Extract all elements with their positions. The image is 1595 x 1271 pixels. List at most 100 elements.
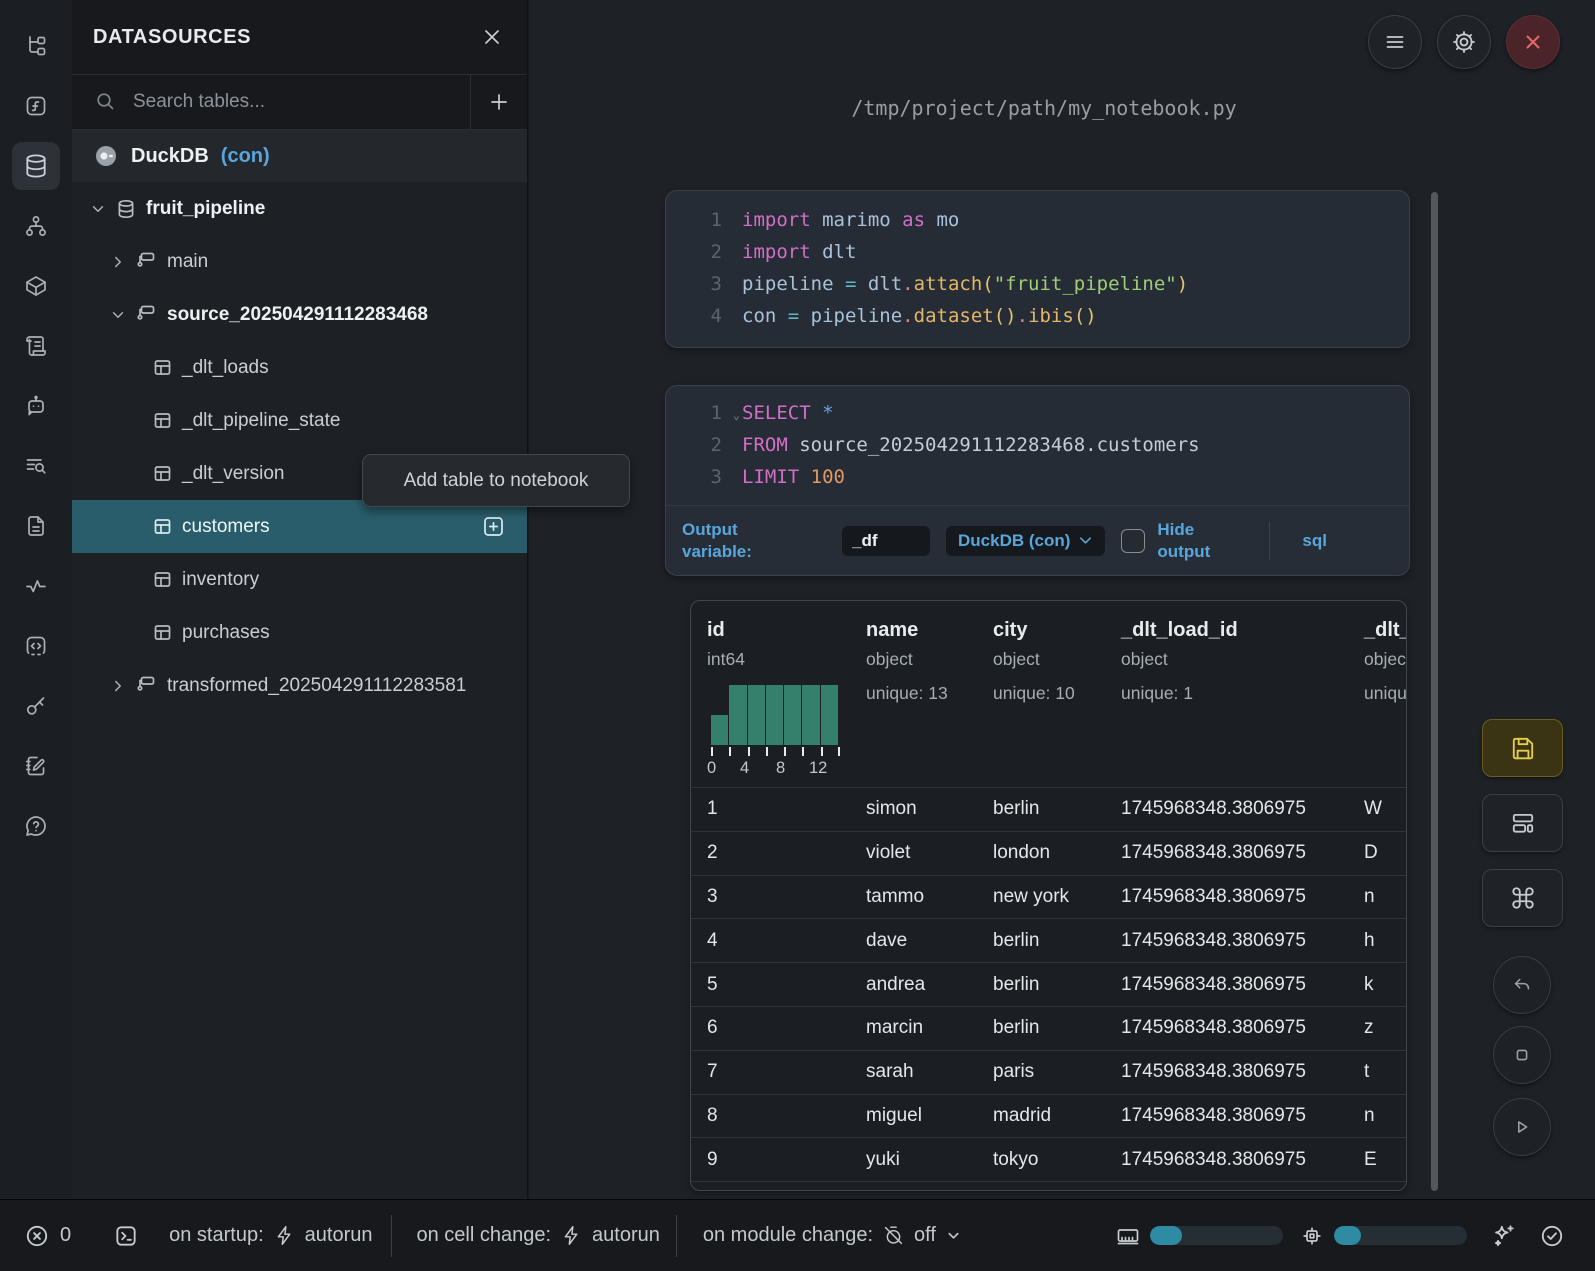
code-line[interactable]: 4con = pipeline.dataset().ibis() [666,300,1409,332]
query-result-table: idint6404812nameobjectunique: 13cityobje… [690,600,1407,1191]
rail-secrets[interactable] [12,682,60,730]
rail-file-tree[interactable] [12,22,60,70]
output-variable-input[interactable] [842,526,930,556]
tree-item-main[interactable]: main [72,235,527,288]
terminal-button[interactable] [113,1223,139,1249]
circle-x-icon [24,1223,50,1249]
cpu-meter [1300,1224,1467,1248]
ai-assist-button[interactable] [1491,1223,1517,1249]
terminal-icon [113,1223,139,1249]
table-row: 9yukitokyo1745968348.3806975E [691,1137,1406,1181]
add-table-icon [484,517,503,536]
panel-title: DATASOURCES [93,26,251,49]
rail-dependencies[interactable] [12,202,60,250]
function-square-icon [24,94,48,118]
stop-button[interactable] [1493,1026,1551,1084]
plus-icon [488,91,510,113]
rail-logs[interactable] [12,322,60,370]
table-icon [153,464,172,483]
hide-output-checkbox[interactable] [1121,529,1145,553]
shutdown-button[interactable] [1506,15,1560,69]
close-panel-button[interactable] [481,26,503,48]
list-search-icon [24,454,48,478]
sql-cell[interactable]: 1⌄SELECT *2FROM source_20250429111228346… [665,385,1410,576]
stop-icon [1511,1044,1533,1066]
tree-item-_dlt_loads[interactable]: _dlt_loads [72,341,527,394]
rail-snippets[interactable] [12,622,60,670]
menu-button[interactable] [1368,15,1422,69]
rail-documentation[interactable] [12,502,60,550]
column-header-city[interactable]: cityobjectunique: 10 [993,619,1121,787]
tree-item-customers[interactable]: customers [72,500,527,553]
rail-datasources[interactable] [12,142,60,190]
rail-help[interactable] [12,802,60,850]
tooltip-add-table: Add table to notebook [362,454,630,507]
database-icon [116,199,136,219]
tree-item-_dlt_pipeline_state[interactable]: _dlt_pipeline_state [72,394,527,447]
table-row: 8miguelmadrid1745968348.3806975n [691,1094,1406,1138]
rail-function[interactable] [12,82,60,130]
add-datasource-button[interactable] [470,75,527,129]
code-line[interactable]: 1⌄SELECT * [666,397,1409,429]
tree-item-label: _dlt_version [182,463,284,485]
tree-item-fruit_pipeline[interactable]: fruit_pipeline [72,182,527,235]
code-line[interactable]: 3pipeline = dlt.attach("fruit_pipeline") [666,268,1409,300]
tree-item-source_202504291112283468[interactable]: source_202504291112283468 [72,288,527,341]
vertical-scrollbar[interactable] [1431,192,1438,1191]
table-row: 1simonberlin1745968348.3806975W [691,787,1406,831]
undo-button[interactable] [1493,956,1551,1014]
timer-off-icon [883,1225,904,1246]
divider [391,1215,392,1257]
tree-item-transformed_202504291112283581[interactable]: transformed_202504291112283581 [72,659,527,712]
tree-item-purchases[interactable]: purchases [72,606,527,659]
sparkles-icon [1491,1223,1517,1249]
code-line[interactable]: 3LIMIT 100 [666,461,1409,493]
table-icon [153,358,172,377]
cpu-meter-fill [1334,1226,1361,1245]
connection-status-indicator[interactable] [1539,1223,1565,1249]
file-text-icon [24,514,48,538]
chevron-down-icon [110,307,126,323]
run-button[interactable] [1493,1098,1551,1156]
code-line[interactable]: 2import dlt [666,236,1409,268]
save-button[interactable] [1482,719,1563,777]
workflow-icon [24,214,48,238]
language-toggle[interactable]: sql [1302,530,1327,551]
tree-item-inventory[interactable]: inventory [72,553,527,606]
errors-indicator[interactable]: 0 [24,1223,71,1249]
file-tree-icon [24,34,48,58]
zap-icon [274,1225,295,1246]
python-cell[interactable]: 1import marimo as mo2import dlt3pipeline… [665,190,1410,348]
column-header-name[interactable]: nameobjectunique: 13 [866,619,993,787]
engine-dropdown[interactable]: DuckDB (con) [946,526,1105,556]
rail-chat[interactable] [12,382,60,430]
code-line[interactable]: 2FROM source_202504291112283468.customer… [666,429,1409,461]
table-row: 6marcinberlin1745968348.3806975z [691,1006,1406,1050]
duckdb-logo-icon [93,143,119,169]
column-header-_dlt_id[interactable]: _dlt_idobjectunique: 13 [1364,619,1407,787]
rail-performance[interactable] [12,562,60,610]
add-table-to-notebook-button[interactable] [484,517,503,536]
table-icon [153,623,172,642]
on-module-change-toggle[interactable]: on module change: off [703,1224,961,1247]
rail-scratchpad[interactable] [12,742,60,790]
column-header-_dlt_load_id[interactable]: _dlt_load_idobjectunique: 1 [1121,619,1364,787]
keyboard-shortcuts-button[interactable] [1482,869,1563,927]
search-tables-input[interactable] [131,90,395,114]
table-row-partial [691,1181,1406,1191]
on-module-change-mode: off [914,1224,936,1247]
line-number: 2 [666,429,728,461]
settings-button[interactable] [1437,15,1491,69]
column-header-id[interactable]: idint6404812 [691,619,866,787]
on-cell-change-toggle[interactable]: on cell change: autorun [416,1224,659,1247]
rail-packages[interactable] [12,262,60,310]
rail-tracebacks[interactable] [12,442,60,490]
on-startup-toggle[interactable]: on startup: autorun [169,1224,372,1247]
tree-item-label: _dlt_loads [182,357,269,379]
layout-button[interactable] [1482,794,1563,852]
code-line[interactable]: 1import marimo as mo [666,204,1409,236]
connection-row[interactable]: DuckDB (con) [72,130,527,182]
line-number: 2 [666,236,728,268]
connection-engine: DuckDB [131,145,209,168]
chevron-down-icon [1078,533,1093,548]
